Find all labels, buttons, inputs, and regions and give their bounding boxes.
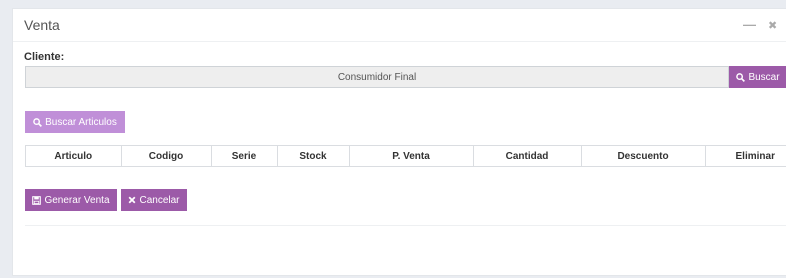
close-icon	[128, 196, 136, 204]
column-header-cantidad[interactable]: Cantidad	[473, 146, 582, 166]
generar-venta-label: Generar Venta	[44, 194, 110, 206]
search-icon	[736, 72, 746, 82]
minimize-button[interactable]: —	[743, 17, 756, 32]
close-button[interactable]: ✖	[768, 19, 777, 32]
buscar-label: Buscar	[748, 71, 780, 83]
panel-title: Venta	[24, 17, 60, 33]
buscar-cliente-button[interactable]: Buscar	[729, 66, 786, 88]
search-icon	[33, 117, 43, 127]
column-header-stock[interactable]: Stock	[277, 146, 350, 166]
column-header-serie[interactable]: Serie	[211, 146, 278, 166]
save-icon	[32, 195, 42, 205]
cancelar-label: Cancelar	[139, 194, 180, 206]
column-header-articulo[interactable]: Articulo	[26, 146, 122, 166]
cancelar-button[interactable]: Cancelar	[121, 189, 187, 211]
buscar-articulos-button[interactable]: Buscar Articulos	[25, 111, 125, 133]
cliente-input[interactable]	[25, 66, 729, 88]
footer-divider	[25, 225, 786, 226]
column-header-eliminar[interactable]: Eliminar	[705, 146, 786, 166]
cliente-label: Cliente:	[24, 51, 65, 63]
generar-venta-button[interactable]: Generar Venta	[25, 189, 117, 211]
venta-panel: Venta — ✖ Cliente: Buscar Buscar Articul…	[12, 8, 786, 276]
panel-header: Venta — ✖	[13, 9, 786, 42]
buscar-articulos-label: Buscar Articulos	[45, 116, 117, 128]
column-header-p-venta[interactable]: P. Venta	[349, 146, 474, 166]
column-header-codigo[interactable]: Codigo	[121, 146, 212, 166]
column-header-descuento[interactable]: Descuento	[581, 146, 706, 166]
articulos-table: Articulo Codigo Serie Stock P. Venta Can…	[25, 145, 786, 167]
